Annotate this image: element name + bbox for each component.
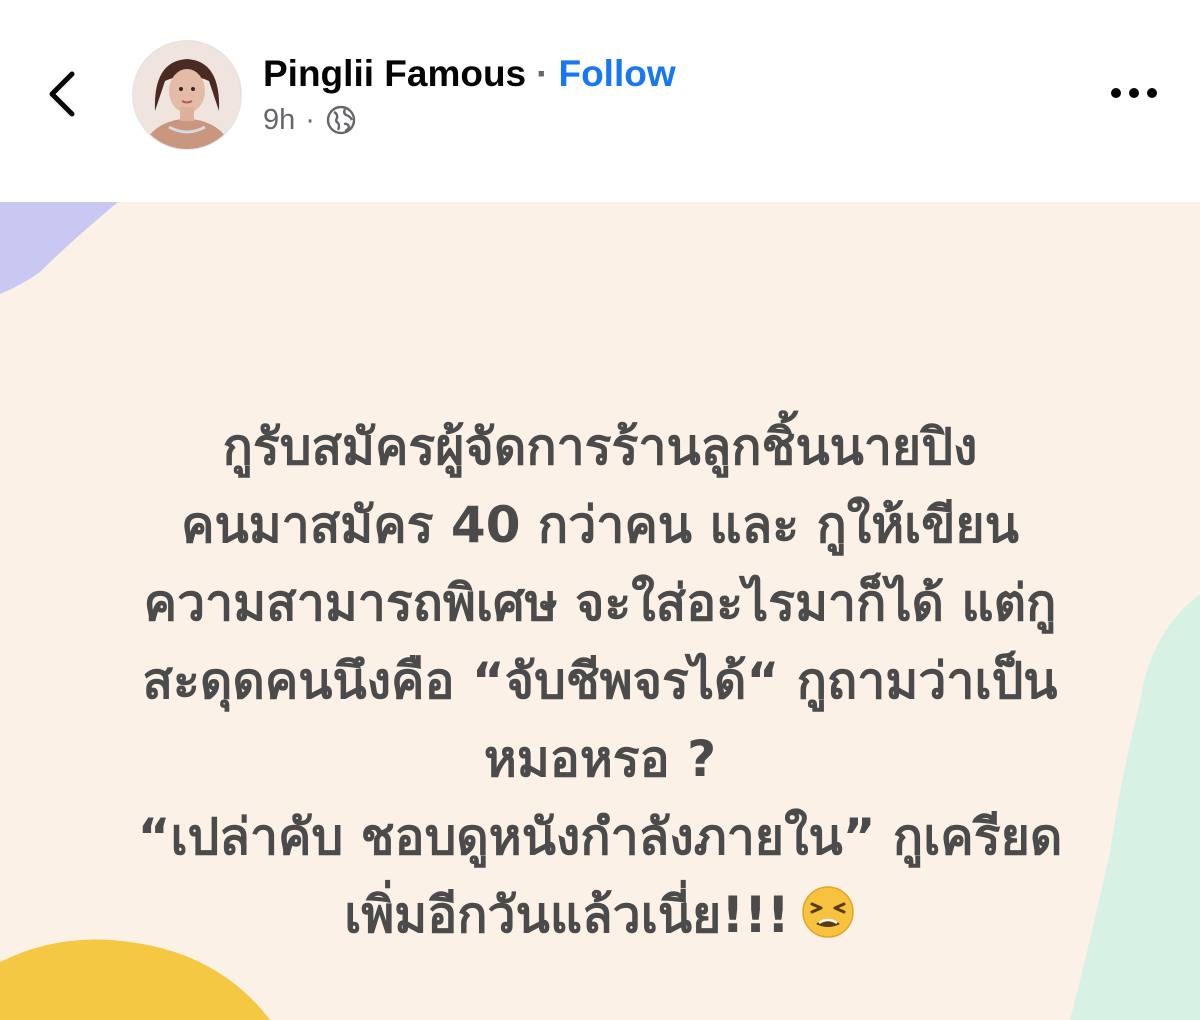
avatar[interactable] — [132, 40, 242, 150]
more-horizontal-icon — [1111, 88, 1157, 98]
post-background: กูรับสมัครผู้จัดการร้านลูกชิ้นนายปิง คนม… — [0, 202, 1200, 1020]
post-text: กูรับสมัครผู้จัดการร้านลูกชิ้นนายปิง คนม… — [60, 330, 1140, 954]
avatar-portrait — [133, 41, 241, 149]
tired-face-emoji — [801, 886, 854, 938]
globe-icon — [326, 105, 356, 135]
more-options-button[interactable] — [1104, 78, 1164, 108]
post-header: Pinglii Famous · Follow 9h · — [0, 0, 1200, 202]
follow-button[interactable]: Follow — [558, 53, 675, 95]
back-button[interactable] — [40, 62, 90, 126]
post-timestamp[interactable]: 9h — [263, 104, 295, 137]
chevron-left-icon — [49, 71, 75, 117]
post-body: กูรับสมัครผู้จัดการร้านลูกชิ้นนายปิง คนม… — [137, 418, 1063, 944]
name-separator: · — [536, 53, 549, 94]
author-name[interactable]: Pinglii Famous — [263, 53, 526, 95]
meta-separator: · — [305, 103, 315, 136]
